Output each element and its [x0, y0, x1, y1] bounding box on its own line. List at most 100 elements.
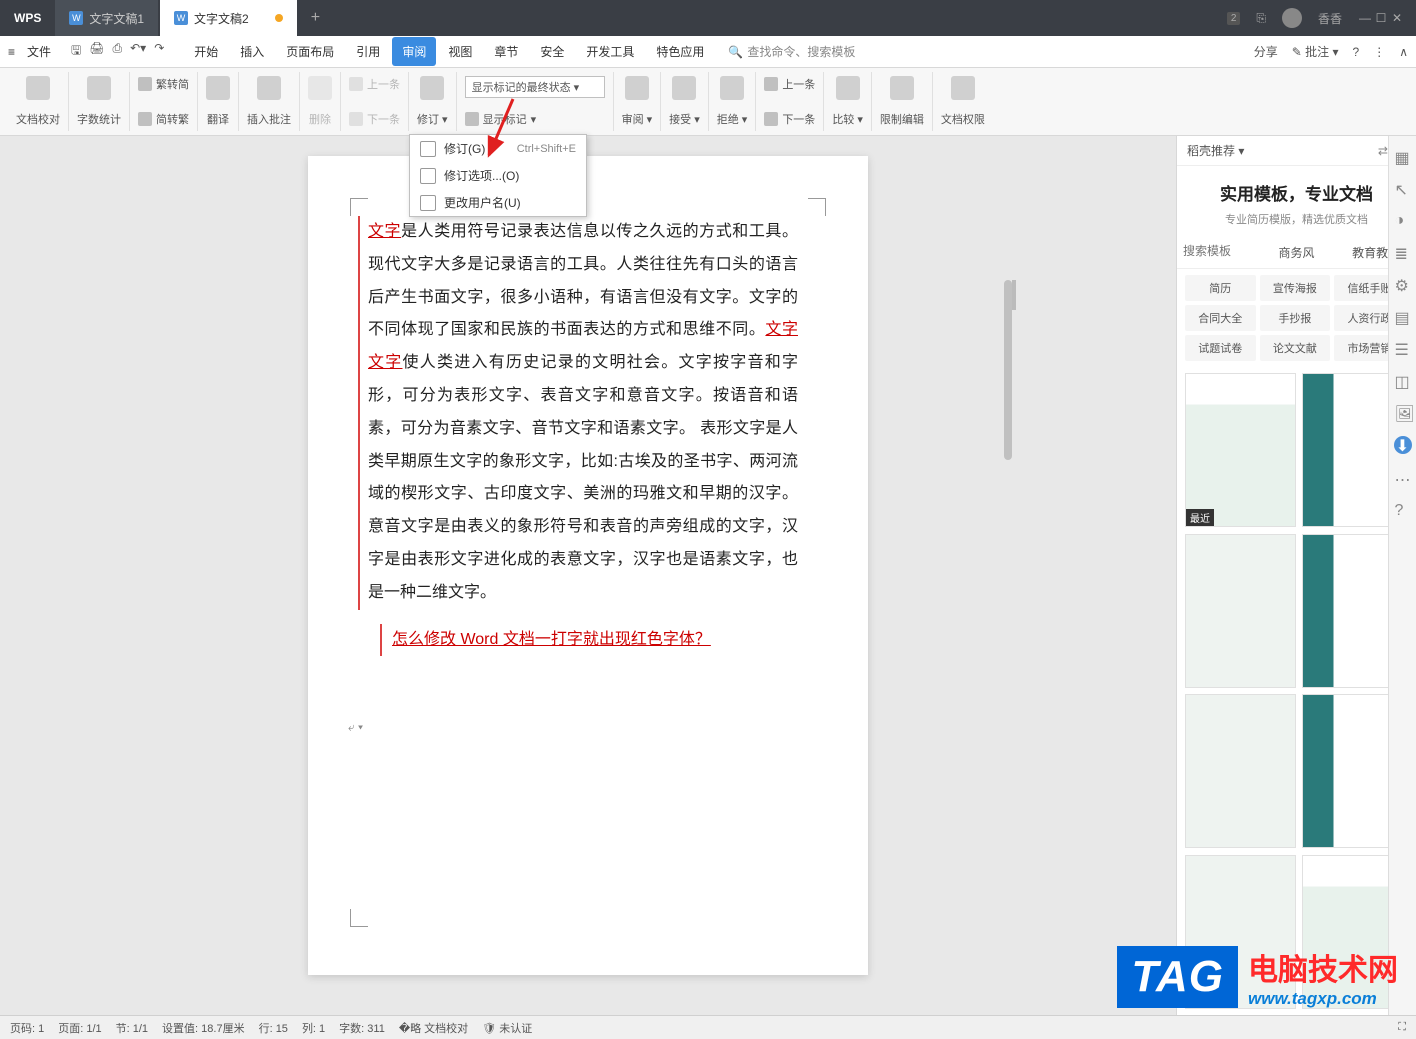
status-col[interactable]: 列: 1 — [302, 1020, 325, 1036]
side-more-icon[interactable]: ⋯ — [1395, 470, 1411, 486]
ribbon-tab-4[interactable]: 审阅 — [392, 37, 436, 66]
insert-comment-icon[interactable] — [257, 76, 281, 100]
status-position[interactable]: 设置值: 18.7厘米 — [162, 1020, 245, 1036]
markup-view-select[interactable]: 显示标记的最终状态 ▾ — [465, 76, 605, 98]
side-toolbar: ▦ ↖ ◑ ≣ ⚙ ▤ ☰ ◫ 🖼 ⬇ ⋯ ? — [1388, 136, 1416, 1015]
accept-icon[interactable] — [672, 76, 696, 100]
menu-icon[interactable]: ≡ — [8, 45, 15, 59]
document-body[interactable]: 文字是人类用符号记录表达信息以传之久远的方式和工具。现代文字大多是记录语言的工具… — [368, 216, 798, 656]
show-markup[interactable]: 显示标记 ▾ — [465, 111, 537, 127]
status-page[interactable]: 页码: 1 — [10, 1020, 44, 1036]
ribbon-tab-3[interactable]: 引用 — [346, 37, 390, 66]
window-maximize[interactable]: ☐ — [1374, 11, 1388, 25]
side-nav-icon[interactable]: ☰ — [1395, 340, 1411, 356]
panel-resize-handle[interactable] — [1012, 276, 1016, 987]
qat-print-icon[interactable]: 🖨 — [89, 41, 104, 62]
delete-comment-icon[interactable] — [308, 76, 332, 100]
wordcount-icon[interactable] — [87, 76, 111, 100]
side-download-icon[interactable]: ⬇ — [1394, 436, 1412, 454]
track-changes-icon[interactable] — [420, 76, 444, 100]
side-select-icon[interactable]: ↖ — [1395, 180, 1411, 196]
status-section[interactable]: 节: 1/1 — [116, 1020, 148, 1036]
template-tag[interactable]: 试题试卷 — [1185, 335, 1256, 361]
filter-tab-business[interactable]: 商务风 — [1257, 237, 1337, 268]
pin-icon[interactable]: ⎘ — [1256, 11, 1266, 26]
tracked-insert-question: 怎么修改 Word 文档一打字就出现红色字体？ — [380, 624, 711, 657]
view-mode-icon[interactable]: ⛶ — [1398, 1021, 1406, 1034]
ribbon-tab-1[interactable]: 插入 — [230, 37, 274, 66]
template-thumb[interactable] — [1185, 534, 1296, 688]
notification-badge[interactable]: 2 — [1227, 12, 1241, 25]
hero-title: 实用模板，专业文档 — [1187, 180, 1406, 205]
next-change[interactable]: 下一条 — [764, 111, 815, 127]
status-auth[interactable]: 🛡 未认证 — [482, 1020, 532, 1036]
ribbon-tab-6[interactable]: 章节 — [484, 37, 528, 66]
template-search-input[interactable] — [1177, 244, 1257, 258]
file-menu[interactable]: 文件 — [19, 39, 59, 64]
ribbon-tab-9[interactable]: 特色应用 — [646, 37, 714, 66]
permissions-icon[interactable] — [951, 76, 975, 100]
add-tab-button[interactable]: + — [297, 9, 334, 27]
document-viewport[interactable]: 文字是人类用符号记录表达信息以传之久远的方式和工具。现代文字大多是记录语言的工具… — [0, 136, 1176, 1015]
menu-item-track[interactable]: 修订(G) Ctrl+Shift+E — [410, 135, 586, 162]
compare-icon[interactable] — [836, 76, 860, 100]
template-tag[interactable]: 宣传海报 — [1260, 275, 1331, 301]
qat-undo-icon[interactable]: ↶▾ — [130, 41, 146, 62]
template-thumb[interactable]: 最近 — [1185, 373, 1296, 527]
qat-save-icon[interactable]: 🖫 — [71, 41, 81, 62]
document-tab-1[interactable]: W 文字文稿1 — [55, 0, 158, 36]
side-style-icon[interactable]: ◑ — [1395, 212, 1411, 228]
search-commands[interactable]: 🔍 查找命令、搜索模板 — [728, 43, 855, 60]
qat-preview-icon[interactable]: ⎙ — [113, 41, 123, 62]
side-templates-icon[interactable]: ▦ — [1395, 148, 1411, 164]
panel-menu-icon[interactable]: ⇄ — [1378, 144, 1388, 158]
status-line[interactable]: 行: 15 — [259, 1020, 288, 1036]
next-comment[interactable]: 下一条 — [349, 111, 400, 127]
side-chart-icon[interactable]: ◫ — [1395, 372, 1411, 388]
insert-comment-label: 插入批注 — [247, 111, 291, 127]
ribbon-tab-8[interactable]: 开发工具 — [576, 37, 644, 66]
window-minimize[interactable]: — — [1358, 11, 1372, 25]
ribbon-collapse-icon[interactable]: ⋮ — [1373, 45, 1385, 59]
template-tag[interactable]: 论文文献 — [1260, 335, 1331, 361]
status-words[interactable]: 字数: 311 — [339, 1020, 385, 1036]
review-pane-icon[interactable] — [625, 76, 649, 100]
prev-change[interactable]: 上一条 — [764, 76, 815, 92]
ribbon-tab-5[interactable]: 视图 — [438, 37, 482, 66]
document-tab-2[interactable]: W 文字文稿2 — [160, 0, 297, 36]
ribbon-options-icon[interactable]: ∧ — [1399, 45, 1408, 59]
restrict-edit-icon[interactable] — [890, 76, 914, 100]
user-avatar[interactable] — [1282, 8, 1302, 28]
reject-icon[interactable] — [720, 76, 744, 100]
translate-icon[interactable] — [206, 76, 230, 100]
ribbon-tab-2[interactable]: 页面布局 — [276, 37, 344, 66]
window-close[interactable]: ✕ — [1390, 11, 1404, 25]
template-tag[interactable]: 简历 — [1185, 275, 1256, 301]
side-outline-icon[interactable]: ≣ — [1395, 244, 1411, 260]
trad-to-simp[interactable]: 繁转简 — [138, 76, 189, 92]
side-settings-icon[interactable]: ⚙ — [1395, 276, 1411, 292]
spellcheck-icon[interactable] — [26, 76, 50, 100]
ribbon-tab-7[interactable]: 安全 — [530, 37, 574, 66]
track-changes-label[interactable]: 修订 ▾ — [417, 111, 448, 127]
side-help-icon[interactable]: ? — [1395, 502, 1411, 518]
help-icon[interactable]: ? — [1353, 45, 1360, 59]
side-image-icon[interactable]: 🖼 — [1395, 404, 1411, 420]
hero-subtitle: 专业简历模版，精选优质文档 — [1187, 211, 1406, 227]
watermark-title: 电脑技术网 — [1248, 945, 1398, 989]
prev-comment[interactable]: 上一条 — [349, 76, 400, 92]
side-layers-icon[interactable]: ▤ — [1395, 308, 1411, 324]
ribbon-tab-0[interactable]: 开始 — [184, 37, 228, 66]
menu-item-options[interactable]: 修订选项...(O) — [410, 162, 586, 189]
share-button[interactable]: 分享 — [1254, 43, 1278, 60]
wordcount-label: 字数统计 — [77, 111, 121, 127]
status-proof[interactable]: �略 文档校对 — [399, 1020, 468, 1036]
template-tag[interactable]: 合同大全 — [1185, 305, 1256, 331]
template-thumb[interactable] — [1185, 694, 1296, 848]
status-pages[interactable]: 页面: 1/1 — [58, 1020, 101, 1036]
simp-to-trad[interactable]: 简转繁 — [138, 111, 189, 127]
menu-item-username[interactable]: 更改用户名(U) — [410, 189, 586, 216]
template-tag[interactable]: 手抄报 — [1260, 305, 1331, 331]
comments-button[interactable]: ✎ 批注 ▾ — [1292, 43, 1339, 60]
qat-redo-icon[interactable]: ↷ — [154, 41, 164, 62]
